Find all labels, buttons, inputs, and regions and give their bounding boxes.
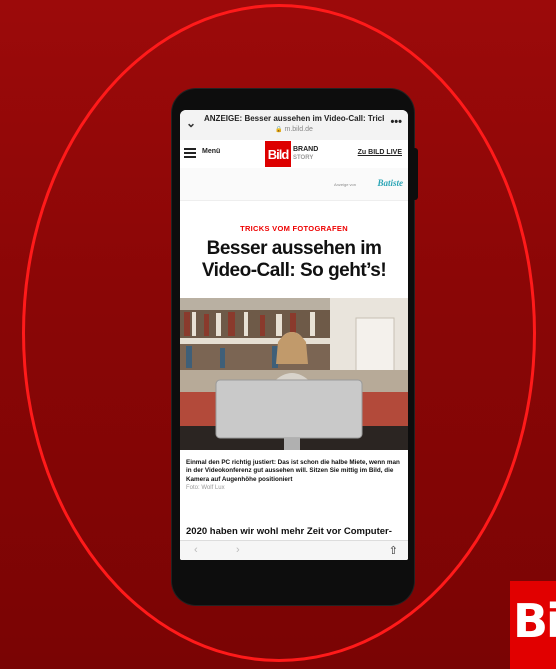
article-body-start: 2020 haben wir wohl mehr Zeit vor Comput… (186, 526, 392, 537)
domain-text: m.bild.de (284, 126, 313, 133)
chevron-down-icon[interactable]: ⌄ (186, 116, 196, 130)
phone-screen: ⌄ ANZEIGE: Besser aussehen im Video-Call… (180, 110, 408, 560)
article-photo (180, 298, 408, 450)
url-domain[interactable]: 🔒 m.bild.de (204, 126, 384, 133)
photo-illustration (180, 298, 408, 450)
corner-logo-text: Bil (513, 594, 556, 648)
back-icon[interactable]: ‹ (194, 544, 198, 556)
site-header: Menü Bild BRAND STORY Zu BILD LIVE (180, 140, 408, 169)
forward-icon[interactable]: › (236, 544, 240, 556)
share-icon[interactable]: ⇧ (389, 544, 398, 557)
page-title: ANZEIGE: Besser aussehen im Video-Call: … (204, 114, 384, 123)
browser-url-bar: ⌄ ANZEIGE: Besser aussehen im Video-Call… (180, 110, 408, 141)
bild-logo[interactable]: Bild (265, 141, 291, 167)
brand-story-label: BRAND STORY (293, 146, 318, 162)
sponsor-bar: Anzeige von Batiste (180, 168, 408, 201)
more-options-icon[interactable]: ••• (390, 116, 402, 128)
lock-icon: 🔒 (275, 127, 283, 133)
photo-credit: Foto: Wolf Lux (186, 485, 225, 491)
sponsor-logo[interactable]: Batiste (377, 178, 403, 188)
phone-side-button (413, 148, 418, 200)
bild-live-link[interactable]: Zu BILD LIVE (358, 149, 402, 156)
hamburger-icon[interactable] (184, 148, 196, 160)
brand-sub-label: STORY (293, 155, 314, 161)
article-kicker: TRICKS VOM FOTOGRAFEN (240, 224, 348, 233)
browser-toolbar: ‹ › ⇧ (180, 540, 408, 560)
photo-caption: Einmal den PC richtig justiert: Das ist … (186, 459, 400, 483)
menu-button[interactable]: Menü (202, 148, 220, 155)
sponsor-label: Anzeige von (333, 182, 356, 187)
bild-corner-logo: Bil (510, 581, 556, 669)
article-headline: Besser aussehen im Video-Call: So geht’s… (201, 238, 387, 281)
brand-label: BRAND (293, 146, 319, 153)
